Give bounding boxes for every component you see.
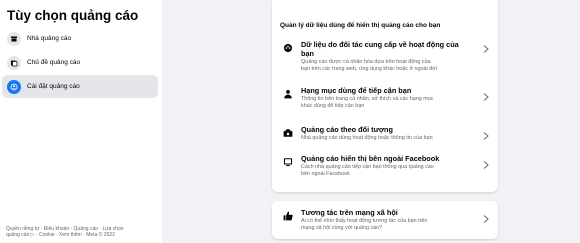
sidebar-item-advertisers[interactable]: Nhà quảng cáo (2, 27, 158, 50)
row-social-interactions[interactable]: Tương tác trên mạng xã hội Ai có thể nhì… (272, 208, 498, 234)
row-desc: Cách nhà quảng cáo tiếp cận bạn thông qu… (301, 164, 434, 170)
page-title: Tùy chọn quảng cáo (7, 8, 139, 23)
footer-links-line2[interactable]: quảng cáo ▷ · Cookie · Xem thêm · Meta ©… (6, 232, 158, 238)
settings-person-icon (7, 79, 21, 94)
thumbs-up-icon (283, 211, 293, 221)
row-desc-cont: bạn trên các trang web, ứng dụng khác ho… (301, 66, 437, 72)
sidebar-item-label: Cài đặt quảng cáo (27, 83, 80, 90)
row-desc: Nhà quảng cáo dùng hoạt động hoặc thông … (301, 135, 433, 141)
row-partner-data[interactable]: Dữ liệu do đối tác cung cấp về hoạt động… (272, 40, 498, 74)
row-categories[interactable]: Hạng mục dùng để tiếp cận bạn Thông tin … (272, 86, 498, 112)
audience-icon (283, 128, 293, 138)
chevron-right-icon (483, 40, 489, 53)
row-desc-cont: bên ngoài Facebook (301, 171, 350, 177)
row-title-cont: bạn (301, 49, 314, 58)
row-title: Quảng cáo hiển thị bên ngoài Facebook (301, 154, 440, 163)
sidebar-item-label: Chủ đề quảng cáo (27, 59, 81, 66)
sidebar-item-ad-settings[interactable]: Cài đặt quảng cáo (2, 75, 158, 98)
storefront-icon (7, 31, 21, 46)
sidebar-nav: Nhà quảng cáo Chủ đề quảng cáo Cài đặt q… (2, 27, 158, 99)
sidebar: Tùy chọn quảng cáo Nhà quảng cáo Chủ đề … (0, 0, 162, 243)
row-desc-cont: mạng xã hội cùng với quảng cáo? (301, 225, 383, 231)
row-title: Hạng mục dùng để tiếp cận bạn (301, 86, 412, 95)
sidebar-footer: Quyền riêng tư · Điều khoản · Quảng cáo … (6, 226, 158, 238)
row-audience-ads[interactable]: Quảng cáo theo đối tượng Nhà quảng cáo d… (272, 125, 498, 143)
section-header: Quản lý dữ liệu dùng để hiển thị quảng c… (280, 22, 441, 29)
ad-data-card: Quản lý dữ liệu dùng để hiển thị quảng c… (272, 0, 498, 192)
chevron-right-icon (483, 210, 489, 223)
data-partners-icon (283, 43, 293, 53)
row-desc: Quảng cáo được cá nhân hóa dựa trên hoạt… (301, 59, 431, 65)
person-category-icon (283, 89, 293, 99)
chevron-right-icon (483, 88, 489, 101)
row-desc-cont: khác dùng để tiếp cận bạn (301, 103, 365, 109)
row-title: Dữ liệu do đối tác cung cấp về hoạt động… (301, 40, 459, 49)
row-off-facebook-ads[interactable]: Quảng cáo hiển thị bên ngoài Facebook Cá… (272, 154, 498, 180)
row-desc: Ai có thể nhìn thấy hoạt động tương tác … (301, 218, 428, 224)
topics-icon (7, 55, 21, 70)
row-title: Quảng cáo theo đối tượng (301, 125, 393, 134)
screen-icon (283, 157, 293, 167)
social-interactions-card: Tương tác trên mạng xã hội Ai có thể nhì… (272, 201, 498, 239)
sidebar-item-ad-topics[interactable]: Chủ đề quảng cáo (2, 51, 158, 74)
row-desc: Thông tin trên trang cá nhân, sở thích v… (301, 96, 434, 102)
chevron-right-icon (483, 127, 489, 140)
chevron-right-icon (483, 156, 489, 169)
sidebar-item-label: Nhà quảng cáo (27, 35, 72, 42)
scrollbar[interactable] (574, 0, 580, 243)
row-title: Tương tác trên mạng xã hội (301, 208, 398, 217)
